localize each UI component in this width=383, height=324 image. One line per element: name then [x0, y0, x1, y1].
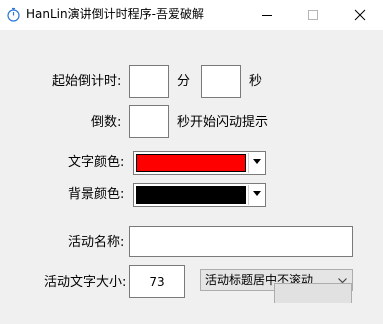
count-label: 倒数:: [91, 115, 122, 130]
chevron-down-icon: [253, 191, 261, 196]
minimize-icon: [262, 15, 272, 16]
countdown-label: 起始倒计时:: [52, 74, 122, 89]
bg-color-select[interactable]: [133, 183, 266, 207]
close-icon: [354, 9, 366, 21]
font-size-label: 活动文字大小:: [44, 275, 127, 290]
chevron-down-icon: [253, 159, 261, 164]
close-button[interactable]: [337, 0, 383, 30]
minutes-unit-label: 分: [177, 74, 191, 89]
action-button[interactable]: [274, 283, 352, 303]
text-color-label: 文字颜色:: [68, 155, 125, 170]
seconds-unit-label: 秒: [249, 74, 263, 89]
window-title: HanLin演讲倒计时程序-吾爱破解: [26, 7, 204, 21]
font-size-value: 73: [149, 275, 165, 289]
text-color-select[interactable]: [133, 151, 266, 175]
bg-color-swatch: [136, 186, 246, 204]
text-color-swatch: [136, 154, 246, 172]
maximize-button[interactable]: [290, 0, 336, 30]
flash-hint-label: 秒开始闪动提示: [177, 115, 269, 130]
activity-name-label: 活动名称:: [68, 235, 125, 250]
minimize-button[interactable]: [244, 0, 290, 30]
text-color-dropdown-button[interactable]: [248, 153, 264, 173]
flash-seconds-input[interactable]: [129, 105, 169, 138]
bg-color-label: 背景颜色:: [68, 187, 125, 202]
stopwatch-icon: [6, 7, 21, 22]
seconds-input[interactable]: [201, 65, 241, 98]
maximize-icon: [308, 10, 318, 20]
font-size-input[interactable]: 73: [129, 265, 185, 298]
minutes-input[interactable]: [129, 65, 169, 98]
title-bar[interactable]: HanLin演讲倒计时程序-吾爱破解: [0, 0, 383, 30]
activity-name-input[interactable]: [129, 226, 353, 257]
bg-color-dropdown-button[interactable]: [248, 185, 264, 205]
app-window: HanLin演讲倒计时程序-吾爱破解 起始倒计时: 分 秒 倒数: 秒开始闪动提…: [0, 0, 383, 324]
